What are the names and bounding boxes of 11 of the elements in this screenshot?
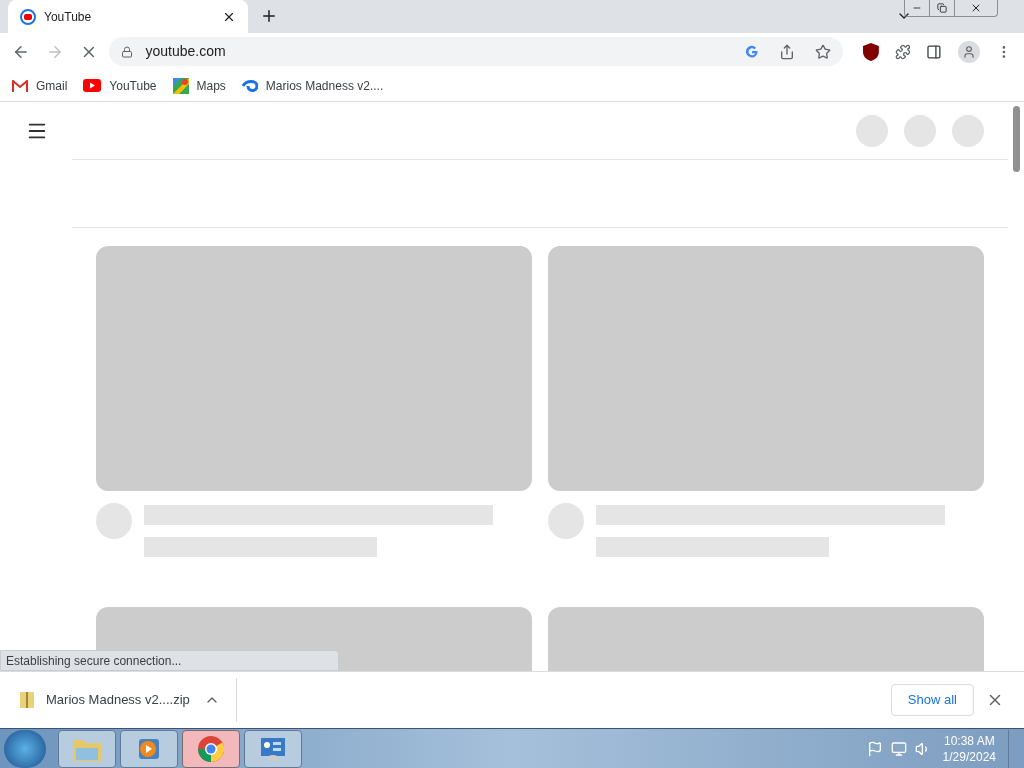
url-text: youtube.com <box>145 42 227 61</box>
browser-tab[interactable]: YouTube <box>8 0 248 33</box>
bookmark-link[interactable]: Marios Madness v2.... <box>241 76 384 95</box>
bookmark-link[interactable]: Maps <box>172 76 226 95</box>
download-item[interactable]: Marios Madness v2....zip <box>20 678 237 722</box>
tab-title: YouTube <box>44 8 93 26</box>
bookmark-link[interactable]: Gmail <box>12 76 68 95</box>
status-bubble: Establishing secure connection... <box>0 650 339 671</box>
bookmark-link[interactable]: YouTube <box>83 76 157 95</box>
address-bar[interactable]: youtube.com <box>109 37 843 66</box>
show-all-button[interactable]: Show all <box>890 684 974 716</box>
